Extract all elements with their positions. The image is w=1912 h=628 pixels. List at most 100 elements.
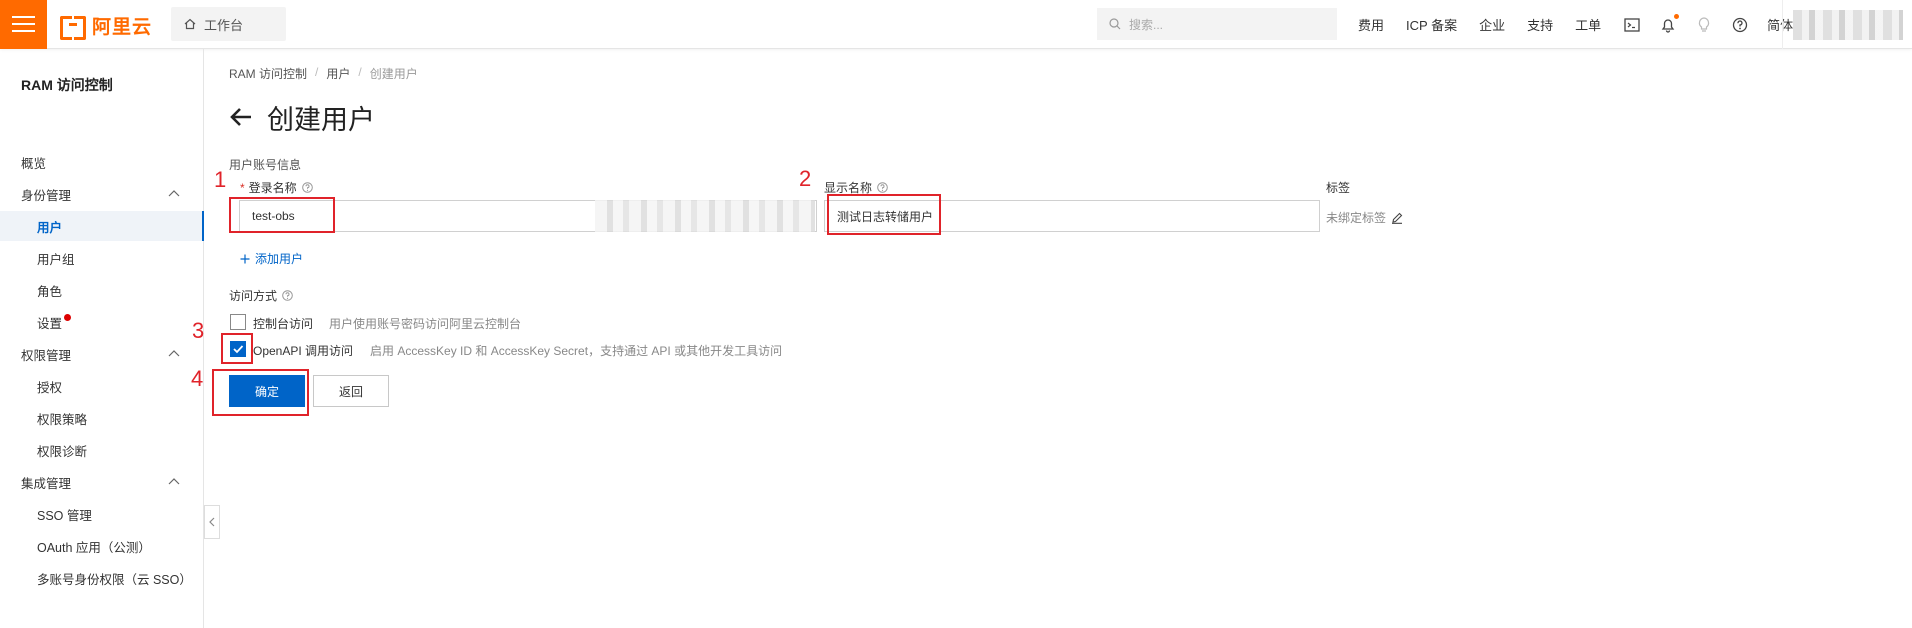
- tag-edit[interactable]: 未绑定标签: [1326, 209, 1403, 226]
- sidebar-item-oauth[interactable]: OAuth 应用（公测）: [0, 531, 204, 561]
- menu-toggle-button[interactable]: [0, 0, 47, 49]
- sidebar-item-label: 权限策略: [37, 412, 88, 427]
- login-name-label: * 登录名称: [240, 179, 313, 196]
- sidebar-group-integration[interactable]: 集成管理: [0, 467, 204, 497]
- sidebar-group-permissions[interactable]: 权限管理: [0, 339, 204, 369]
- breadcrumb-separator: /: [358, 65, 362, 79]
- sidebar-item-label: 概览: [21, 156, 47, 171]
- logo-icon: [60, 16, 86, 40]
- annotation-box-4: [212, 369, 309, 416]
- home-icon: [184, 18, 196, 30]
- annotation-number-2: 2: [799, 166, 812, 191]
- account-avatar[interactable]: [1782, 0, 1912, 49]
- sidebar-item-settings[interactable]: 设置: [0, 307, 204, 337]
- terminal-icon[interactable]: [1623, 16, 1641, 34]
- chevron-up-icon: [168, 190, 180, 197]
- nav-link-enterprise[interactable]: 企业: [1479, 15, 1505, 34]
- chevron-left-icon: [209, 517, 215, 527]
- sidebar-item-label: 权限管理: [21, 348, 72, 363]
- sidebar-item-label: OAuth 应用（公测）: [37, 540, 151, 555]
- search-input[interactable]: 搜索...: [1097, 8, 1337, 40]
- login-name-label-text: 登录名称: [248, 181, 297, 195]
- page-header: 创建用户: [229, 99, 375, 135]
- sidebar-item-sso[interactable]: SSO 管理: [0, 499, 204, 529]
- sidebar-item-label: 设置: [37, 316, 63, 331]
- sidebar-item-diagnosis[interactable]: 权限诊断: [0, 435, 204, 465]
- required-mark: *: [240, 180, 245, 195]
- breadcrumb-users[interactable]: 用户: [326, 65, 350, 82]
- add-user-button[interactable]: 添加用户: [240, 250, 303, 267]
- help-icon[interactable]: [282, 290, 293, 301]
- sidebar: RAM 访问控制 概览 身份管理 用户 用户组 角色 设置 权限管理 授权 权限…: [0, 49, 204, 628]
- sidebar-item-label: 用户: [37, 220, 63, 235]
- sidebar-group-identity[interactable]: 身份管理: [0, 179, 204, 209]
- annotation-box-3: [221, 333, 253, 364]
- sidebar-item-grants[interactable]: 授权: [0, 371, 204, 401]
- back-button[interactable]: 返回: [313, 375, 389, 407]
- help-icon[interactable]: [301, 182, 313, 193]
- search-icon: [1109, 18, 1121, 30]
- annotation-number-3: 3: [192, 318, 205, 343]
- nav-link-icp[interactable]: ICP 备案: [1406, 15, 1457, 34]
- sidebar-item-roles[interactable]: 角色: [0, 275, 204, 305]
- alert-dot: [64, 313, 72, 321]
- access-mode-label: 访问方式: [229, 287, 293, 304]
- sidebar-item-overview[interactable]: 概览: [0, 147, 204, 177]
- console-access-desc: 用户使用账号密码访问阿里云控制台: [329, 317, 522, 331]
- redacted-account: [1792, 9, 1903, 40]
- top-bar: 阿里云 工作台 搜索... 费用 ICP 备案 企业 支持 工单 简体: [0, 0, 1912, 49]
- annotation-number-1: 1: [214, 167, 227, 192]
- search-placeholder: 搜索...: [1129, 17, 1164, 32]
- workbench-button[interactable]: 工作台: [171, 7, 286, 41]
- plus-icon: [240, 254, 250, 263]
- sidebar-item-label: 身份管理: [21, 188, 72, 203]
- tag-label: 标签: [1326, 181, 1351, 195]
- logo-text: 阿里云: [92, 16, 153, 38]
- nav-link-fees[interactable]: 费用: [1358, 15, 1384, 34]
- sidebar-item-users[interactable]: 用户: [0, 211, 204, 241]
- notification-dot: [1674, 13, 1680, 19]
- openapi-access-label[interactable]: OpenAPI 调用访问: [253, 342, 353, 359]
- aliyun-logo[interactable]: 阿里云: [60, 12, 153, 40]
- sidebar-item-user-groups[interactable]: 用户组: [0, 243, 204, 273]
- annotation-number-4: 4: [191, 366, 204, 391]
- annotation-box-1: [229, 197, 335, 233]
- sidebar-item-label: 用户组: [37, 252, 75, 267]
- nav-link-ticket[interactable]: 工单: [1575, 15, 1601, 34]
- sidebar-title: RAM 访问控制: [21, 77, 113, 93]
- openapi-access-desc: 启用 AccessKey ID 和 AccessKey Secret，支持通过 …: [370, 344, 783, 358]
- breadcrumb-ram[interactable]: RAM 访问控制: [229, 65, 307, 82]
- sidebar-item-label: 授权: [37, 380, 63, 395]
- breadcrumb-separator: /: [315, 65, 319, 79]
- sidebar-item-label: 权限诊断: [37, 444, 88, 459]
- header-nav: 费用 ICP 备案 企业 支持 工单 简体: [1358, 0, 1793, 49]
- back-arrow-icon[interactable]: [229, 106, 253, 128]
- access-mode-label-text: 访问方式: [229, 289, 278, 303]
- breadcrumb-current: 创建用户: [369, 67, 418, 81]
- edit-icon: [1392, 212, 1403, 224]
- sidebar-item-label: 多账号身份权限（云 SSO）: [37, 572, 192, 587]
- page-title: 创建用户: [267, 104, 375, 135]
- bell-icon[interactable]: [1659, 13, 1680, 34]
- add-user-label: 添加用户: [255, 252, 304, 266]
- sidebar-item-cloud-sso[interactable]: 多账号身份权限（云 SSO）: [0, 563, 204, 593]
- workbench-label: 工作台: [204, 17, 244, 33]
- sidebar-item-label: SSO 管理: [37, 508, 92, 523]
- nav-link-support[interactable]: 支持: [1527, 15, 1553, 34]
- sidebar-collapse-button[interactable]: [204, 505, 220, 539]
- help-circle-icon[interactable]: [1731, 16, 1749, 34]
- breadcrumb: RAM 访问控制 / 用户 / 创建用户: [229, 65, 418, 82]
- chevron-up-icon: [168, 478, 180, 485]
- sidebar-item-policies[interactable]: 权限策略: [0, 403, 204, 433]
- account-section-label: 用户账号信息: [229, 158, 302, 172]
- sidebar-item-label: 角色: [37, 284, 63, 299]
- redacted-domain-suffix: [595, 200, 815, 232]
- console-access-label[interactable]: 控制台访问: [253, 315, 313, 332]
- bulb-icon[interactable]: [1695, 16, 1713, 34]
- help-icon[interactable]: [877, 182, 888, 193]
- sidebar-item-label: 集成管理: [21, 476, 72, 491]
- annotation-box-2: [827, 194, 941, 235]
- console-access-checkbox[interactable]: [230, 314, 246, 330]
- chevron-up-icon: [168, 350, 180, 357]
- tag-value: 未绑定标签: [1326, 211, 1387, 225]
